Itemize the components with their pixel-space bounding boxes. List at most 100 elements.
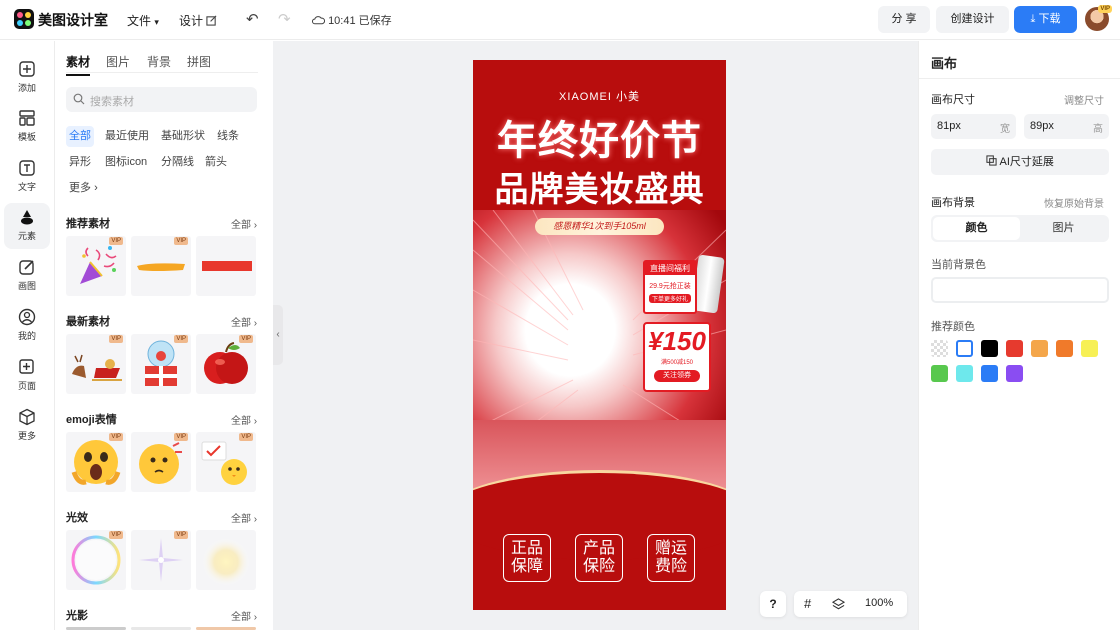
section-more-recommended[interactable]: 全部 › <box>231 216 257 231</box>
material-thumb-reindeer-sleigh[interactable]: VIP <box>66 334 126 394</box>
app-name[interactable]: 美图设计室 <box>38 10 108 30</box>
chip-dividers[interactable]: 分隔线 <box>158 152 197 173</box>
tab-background[interactable]: 背景 <box>147 53 171 70</box>
material-thumb-chick-emoji[interactable]: VIP <box>196 432 256 492</box>
section-more-latest[interactable]: 全部 › <box>231 314 257 329</box>
swatch-transparent[interactable] <box>931 340 948 357</box>
guarantee-line: 正品 <box>510 540 543 557</box>
swatch-cyan[interactable] <box>956 365 973 382</box>
vip-badge: VIP <box>109 531 123 539</box>
width-unit: 宽 <box>1000 124 1010 135</box>
undo-icon[interactable]: ↶ <box>246 10 259 28</box>
grid-icon[interactable]: # <box>804 596 811 611</box>
swatch-orange[interactable] <box>1056 340 1073 357</box>
chip-irregular[interactable]: 异形 <box>66 152 94 173</box>
swatch-white[interactable] <box>956 340 973 357</box>
canvas-toolbar: # 100% <box>794 591 907 617</box>
canvas-area[interactable]: XIAOMEI 小美 年终好价节 品牌美妆盛典 感恩精华1次到手105ml 直播… <box>273 41 918 630</box>
material-thumb-glow[interactable] <box>196 530 256 590</box>
collapse-panel-button[interactable]: ‹ <box>273 305 283 365</box>
vip-badge: VIP <box>109 335 123 343</box>
rail-item-draw[interactable]: 画图 <box>0 253 54 299</box>
chip-more-label: 更多 <box>69 182 91 194</box>
design-menu[interactable]: 设计 <box>179 12 217 29</box>
file-menu-label: 文件 <box>127 14 152 28</box>
height-field[interactable]: 89px 高 <box>1024 114 1109 139</box>
section-more-emoji[interactable]: 全部 › <box>231 412 257 427</box>
live-tag-sub: 下单更多好礼 <box>649 294 691 303</box>
swatch-black[interactable] <box>981 340 998 357</box>
download-button[interactable]: ⤓ 下载 <box>1014 6 1077 33</box>
rail-item-template[interactable]: 模板 <box>0 104 54 150</box>
tab-image[interactable]: 图片 <box>106 53 130 70</box>
chip-lines[interactable]: 线条 <box>214 126 242 147</box>
canvas-bg-label: 画布背景 <box>931 197 975 209</box>
avatar[interactable]: VIP <box>1085 5 1112 31</box>
poster-coupon: ¥150 满500减150 关注领券 <box>643 322 711 392</box>
rail-item-more[interactable]: 更多 <box>0 403 54 449</box>
material-thumb-thinking-emoji[interactable]: VIP <box>131 432 191 492</box>
guarantee-line: 产品 <box>582 540 615 557</box>
search-input[interactable]: 搜索素材 <box>66 87 257 112</box>
material-thumb-apple[interactable]: VIP <box>196 334 256 394</box>
material-thumb-gift-globe[interactable]: VIP <box>131 334 191 394</box>
rail-item-elements[interactable]: 元素 <box>4 203 50 249</box>
app-logo-icon[interactable] <box>14 9 34 29</box>
resize-link[interactable]: 调整尺寸 <box>1064 92 1104 107</box>
draw-icon <box>19 260 34 275</box>
shapes-icon <box>21 210 33 225</box>
section-more-light-shadow[interactable]: 全部 › <box>231 608 257 623</box>
swatch-yellow[interactable] <box>1081 340 1098 357</box>
material-thumb-yellow-stroke[interactable]: VIP <box>131 236 191 296</box>
rail-item-add[interactable]: 添加 <box>0 55 54 101</box>
chip-recent[interactable]: 最近使用 <box>102 126 152 147</box>
chip-basic-shapes[interactable]: 基础形状 <box>158 126 208 147</box>
share-button[interactable]: 分 享 <box>878 6 930 33</box>
swatch-green[interactable] <box>931 365 948 382</box>
section-title-light-effects: 光效 <box>66 512 88 524</box>
swatch-red[interactable] <box>1006 340 1023 357</box>
width-field[interactable]: 81px 宽 <box>931 114 1016 139</box>
zoom-level[interactable]: 100% <box>865 597 893 609</box>
tab-bg-image[interactable]: 图片 <box>1020 217 1107 240</box>
bg-type-toggle: 颜色 图片 <box>931 215 1109 242</box>
material-thumb-shocked-emoji[interactable]: VIP <box>66 432 126 492</box>
swatch-purple[interactable] <box>1006 365 1023 382</box>
tab-bg-color[interactable]: 颜色 <box>933 217 1020 240</box>
layers-icon[interactable] <box>832 598 845 611</box>
tab-material[interactable]: 素材 <box>66 53 91 76</box>
material-thumb-sparkle[interactable]: VIP <box>131 530 191 590</box>
poster-canvas[interactable]: XIAOMEI 小美 年终好价节 品牌美妆盛典 感恩精华1次到手105ml 直播… <box>473 60 726 610</box>
chip-all[interactable]: 全部 <box>66 126 94 147</box>
tab-collage[interactable]: 拼图 <box>187 53 211 70</box>
rail-item-text[interactable]: 文字 <box>0 154 54 200</box>
swatch-blue[interactable] <box>981 365 998 382</box>
ai-extend-button[interactable]: AI尺寸延展 <box>931 149 1109 175</box>
chip-icons[interactable]: 图标icon <box>102 152 150 173</box>
vip-badge: VIP <box>239 433 253 441</box>
section-more-light-effects[interactable]: 全部 › <box>231 510 257 525</box>
rail-item-mine[interactable]: 我的 <box>0 303 54 349</box>
material-thumb-bubble-ring[interactable]: VIP <box>66 530 126 590</box>
redo-icon[interactable]: ↷ <box>278 10 291 28</box>
chip-more[interactable]: 更多 › <box>66 178 101 199</box>
section-title-latest: 最新素材 <box>66 316 110 328</box>
current-bg-color-field[interactable] <box>931 277 1109 303</box>
create-design-button[interactable]: 创建设计 <box>936 6 1009 33</box>
chip-arrows[interactable]: 箭头 <box>202 152 230 173</box>
guarantee-line: 保险 <box>582 558 615 575</box>
swatch-light-orange[interactable] <box>1031 340 1048 357</box>
rail-item-page[interactable]: 页面 <box>0 353 54 399</box>
section-more-label: 全部 <box>231 318 251 329</box>
material-thumb-party-popper[interactable]: VIP <box>66 236 126 296</box>
divider <box>919 78 1120 79</box>
restore-bg-link[interactable]: 恢复原始背景 <box>1044 195 1104 210</box>
file-menu[interactable]: 文件 ▾ <box>127 12 159 29</box>
help-button[interactable]: ? <box>760 591 786 617</box>
section-more-label: 全部 <box>231 220 251 231</box>
vip-badge: VIP <box>109 433 123 441</box>
material-thumb-red-bar[interactable] <box>196 236 256 296</box>
chevron-down-icon: ▾ <box>154 17 159 27</box>
section-more-label: 全部 <box>231 514 251 525</box>
section-title-light-shadow: 光影 <box>66 610 88 622</box>
